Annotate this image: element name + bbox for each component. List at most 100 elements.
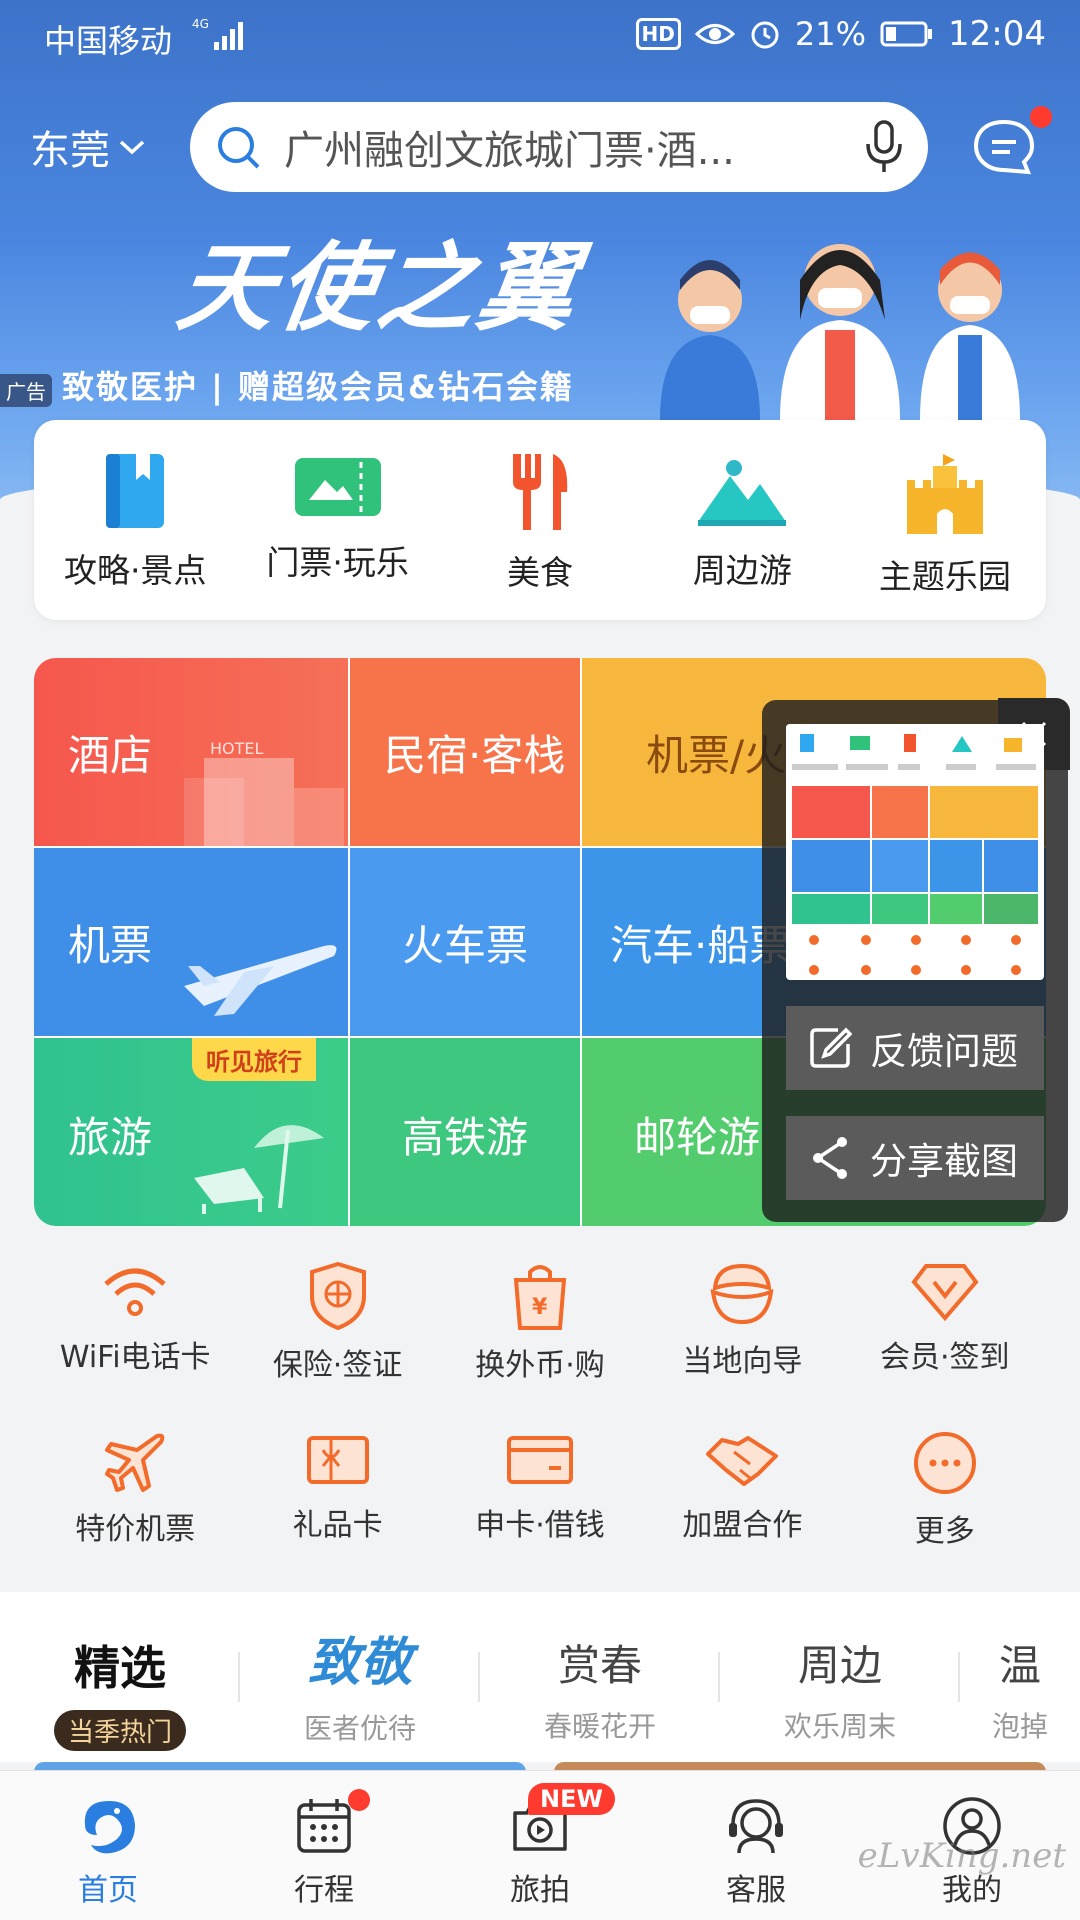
wifi-icon xyxy=(100,1262,170,1322)
hotel-sign-text: HOTEL xyxy=(210,739,264,758)
battery-percent: 21% xyxy=(794,15,867,53)
credit-card-icon xyxy=(505,1430,575,1490)
feedback-button[interactable]: 反馈问题 xyxy=(786,1006,1044,1090)
tab-title: 温 xyxy=(998,1641,1041,1690)
hotel-building-icon: HOTEL xyxy=(184,739,344,846)
service-label: 当地向导 xyxy=(682,1344,803,1379)
service-gift-card[interactable]: 礼品卡 xyxy=(236,1430,438,1550)
category-food[interactable]: 美食 xyxy=(439,420,641,620)
chevron-down-icon xyxy=(118,137,146,157)
eye-icon xyxy=(694,19,735,49)
screenshot-thumbnail[interactable] xyxy=(786,724,1044,980)
service-label: 保险·签证 xyxy=(272,1348,403,1383)
nav-travel-photo[interactable]: 旅拍 NEW xyxy=(432,1771,648,1920)
tab-title: 精选 xyxy=(74,1641,166,1695)
ad-tag: 广告 xyxy=(0,374,52,407)
calendar-icon xyxy=(293,1795,355,1857)
flight-label: 机票 xyxy=(68,920,153,970)
service-label: 加盟合作 xyxy=(682,1508,803,1543)
category-label: 周边游 xyxy=(692,551,792,590)
share-screenshot-button[interactable]: 分享截图 xyxy=(786,1116,1044,1200)
travel-label: 旅游 xyxy=(68,1112,153,1162)
signal-icon: 4G xyxy=(192,14,248,54)
food-icon xyxy=(505,452,575,532)
service-membership[interactable]: 会员·签到 xyxy=(844,1262,1046,1384)
plane-icon xyxy=(103,1430,167,1494)
feedback-label: 反馈问题 xyxy=(870,1030,1018,1073)
banner-subtitle[interactable]: 致敬医护 | 赠超级会员&钻石会籍 xyxy=(62,362,574,408)
castle-icon xyxy=(903,452,987,536)
svg-text:¥: ¥ xyxy=(532,1295,548,1320)
tab-subtitle: 春暖花开 xyxy=(543,1710,656,1743)
beach-chair-icon xyxy=(194,1125,324,1214)
category-guide[interactable]: 攻略·景点 xyxy=(34,420,236,620)
service-local-guide[interactable]: 当地向导 xyxy=(641,1262,843,1384)
service-franchise[interactable]: 加盟合作 xyxy=(641,1430,843,1550)
nav-label: 首页 xyxy=(78,1873,138,1908)
city-label: 东莞 xyxy=(30,128,110,174)
tab-nearby[interactable]: 周边 欢乐周末 xyxy=(720,1592,960,1762)
city-selector[interactable]: 东莞 xyxy=(30,118,146,176)
notification-dot xyxy=(348,1789,370,1811)
category-nearby[interactable]: 周边游 xyxy=(641,420,843,620)
tab-subtitle: 泡掉 xyxy=(991,1710,1048,1743)
shield-icon xyxy=(308,1262,368,1330)
edit-icon xyxy=(808,1026,852,1070)
service-credit-card[interactable]: 申卡·借钱 xyxy=(439,1430,641,1550)
service-label: 礼品卡 xyxy=(292,1508,383,1543)
tab-tribute[interactable]: 致敬 医者优待 xyxy=(240,1592,480,1762)
hd-icon: HD xyxy=(635,18,681,50)
status-bar: 中国移动 4G HD 21% 12:04 xyxy=(0,0,1080,72)
carrier-label: 中国移动 xyxy=(44,22,173,60)
svg-text:4G: 4G xyxy=(192,17,209,31)
battery-icon xyxy=(880,20,934,48)
category-theme-park[interactable]: 主题乐园 xyxy=(844,420,1046,620)
tab-subtitle: 欢乐周末 xyxy=(783,1710,896,1743)
search-bar[interactable]: 广州融创文旅城门票·酒... xyxy=(190,102,928,192)
nav-label: 旅拍 xyxy=(510,1873,570,1908)
mountain-icon xyxy=(696,452,788,530)
alarm-icon xyxy=(749,18,781,50)
service-label: 更多 xyxy=(914,1514,975,1549)
nav-label: 行程 xyxy=(294,1873,354,1908)
tab-featured[interactable]: 精选 当季热门 xyxy=(0,1592,240,1762)
service-currency[interactable]: ¥ 换外币·购 xyxy=(439,1262,641,1384)
notification-dot xyxy=(1030,106,1052,128)
ticket-icon xyxy=(293,452,383,522)
new-badge: NEW xyxy=(528,1783,615,1815)
thumbnail-preview-image xyxy=(786,724,1044,975)
tab-subtitle: 当季热门 xyxy=(53,1710,186,1751)
category-tickets[interactable]: 门票·玩乐 xyxy=(236,420,438,620)
tab-hot-spring[interactable]: 温 泡掉 xyxy=(960,1592,1080,1762)
nav-itinerary[interactable]: 行程 xyxy=(216,1771,432,1920)
dolphin-icon xyxy=(77,1795,139,1857)
hsr-tour-tile[interactable]: 高铁游 xyxy=(350,1038,580,1226)
flight-tile[interactable]: 机票 xyxy=(34,848,348,1036)
service-insurance[interactable]: 保险·签证 xyxy=(236,1262,438,1384)
guide-icon xyxy=(707,1262,777,1326)
search-input[interactable]: 广州融创文旅城门票·酒... xyxy=(284,118,864,176)
hsr-tour-label: 高铁游 xyxy=(401,1112,528,1162)
nav-home[interactable]: 首页 xyxy=(0,1771,216,1920)
content-tabs: 精选 当季热门 致敬 医者优待 赏春 春暖花开 周边 欢乐周末 温 泡掉 xyxy=(0,1592,1080,1762)
search-icon xyxy=(214,123,262,171)
travel-tile[interactable]: 旅游 听见旅行 xyxy=(34,1038,348,1226)
microphone-icon[interactable] xyxy=(864,120,904,174)
tab-spring[interactable]: 赏春 春暖花开 xyxy=(480,1592,720,1762)
banner-title[interactable]: 天使之翼 xyxy=(170,210,590,349)
message-icon[interactable] xyxy=(972,118,1036,176)
clock: 12:04 xyxy=(948,14,1046,54)
nav-customer-service[interactable]: 客服 xyxy=(648,1771,864,1920)
service-cheap-flights[interactable]: 特价机票 xyxy=(34,1430,236,1550)
train-tile[interactable]: 火车票 xyxy=(350,848,580,1036)
homestay-tile[interactable]: 民宿·客栈 xyxy=(350,658,580,846)
nav-label: 客服 xyxy=(726,1873,786,1908)
more-icon xyxy=(912,1430,978,1496)
service-more[interactable]: 更多 xyxy=(844,1430,1046,1550)
train-label: 火车票 xyxy=(401,920,528,970)
service-wifi[interactable]: WiFi电话卡 xyxy=(34,1262,236,1384)
share-icon xyxy=(808,1136,852,1180)
hotel-tile[interactable]: 酒店 HOTEL xyxy=(34,658,348,846)
hotel-label: 酒店 xyxy=(68,730,153,780)
share-label: 分享截图 xyxy=(870,1140,1018,1183)
